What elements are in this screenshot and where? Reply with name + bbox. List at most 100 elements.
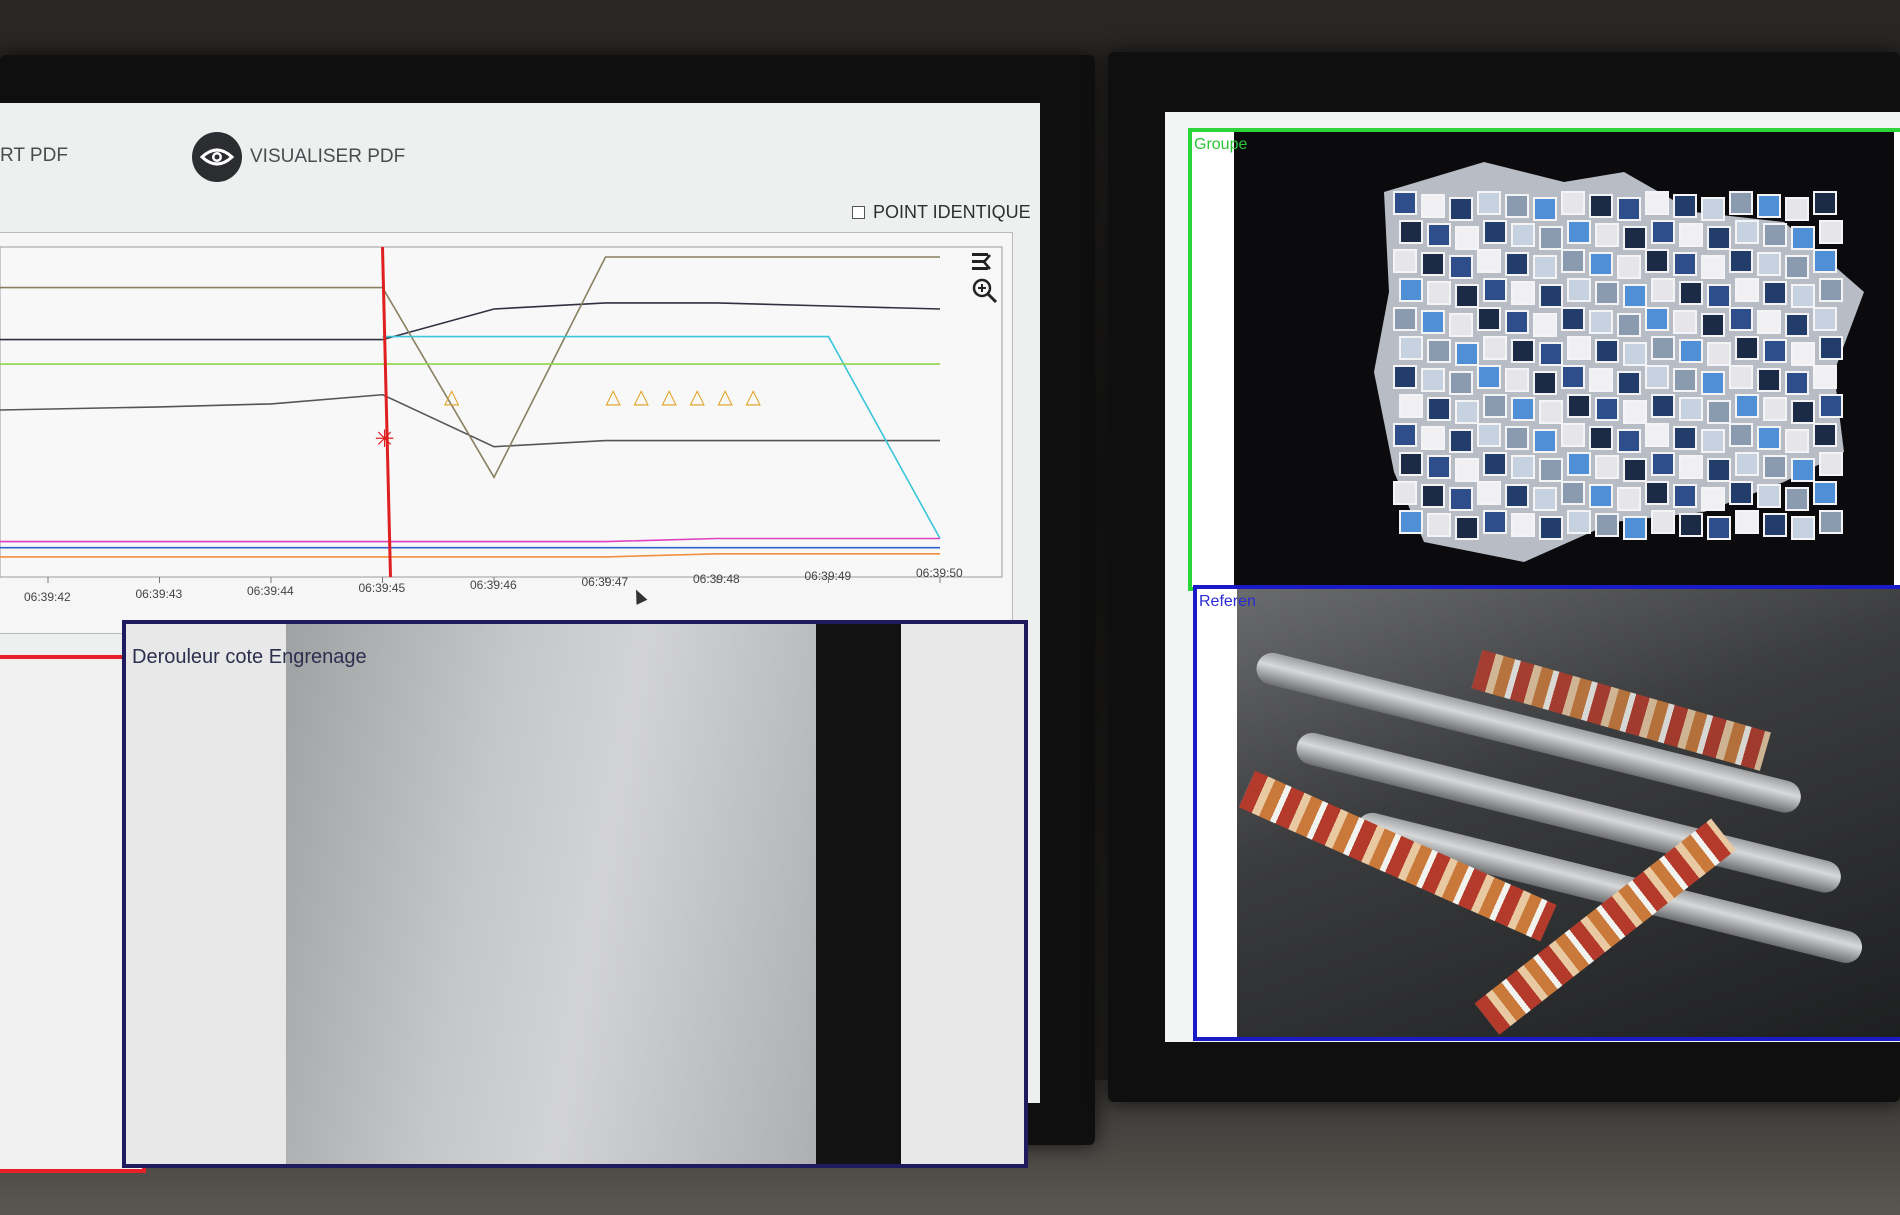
print-thumbnail: [1399, 394, 1423, 418]
print-thumbnail: [1729, 365, 1753, 389]
print-thumbnail: [1819, 336, 1843, 360]
print-thumbnail: [1477, 249, 1501, 273]
print-thumbnail: [1561, 423, 1585, 447]
print-thumbnail: [1729, 191, 1753, 215]
web-roll-image: [286, 624, 846, 1164]
print-thumbnail: [1645, 249, 1669, 273]
print-thumbnail: [1533, 197, 1557, 221]
print-thumbnail: [1399, 278, 1423, 302]
warning-triangle-icon[interactable]: △: [606, 386, 622, 408]
print-thumbnail: [1679, 397, 1703, 421]
visualiser-pdf-button[interactable]: VISUALISER PDF: [192, 132, 405, 182]
print-thumbnail: [1589, 484, 1613, 508]
print-thumbnail: [1701, 255, 1725, 279]
x-tick-label: 06:39:43: [136, 587, 183, 601]
camera-panel-groupe[interactable]: Groupe: [1188, 128, 1900, 591]
print-thumbnail: [1707, 516, 1731, 540]
print-thumbnail: [1539, 516, 1563, 540]
print-thumbnail: [1539, 458, 1563, 482]
print-thumbnail: [1567, 394, 1591, 418]
print-thumbnail: [1427, 513, 1451, 537]
print-thumbnail: [1421, 426, 1445, 450]
print-thumbnail: [1673, 484, 1697, 508]
warning-triangle-icon[interactable]: △: [718, 386, 734, 408]
warning-triangle-icon[interactable]: △: [444, 386, 460, 408]
print-thumbnail: [1673, 194, 1697, 218]
print-thumbnail: [1785, 487, 1809, 511]
print-thumbnail: [1679, 281, 1703, 305]
print-thumbnail: [1623, 516, 1647, 540]
trend-chart[interactable]: ✳ △ △ △ △ △ △ △ 06:39:42 06:39:43 06:39:44 06:39:…: [0, 233, 1012, 633]
camera-panel-reference[interactable]: Referen: [1193, 585, 1900, 1041]
print-thumbnail: [1819, 220, 1843, 244]
print-thumbnail: [1539, 400, 1563, 424]
print-thumbnail: [1785, 197, 1809, 221]
print-thumbnail: [1673, 426, 1697, 450]
print-thumbnail: [1477, 307, 1501, 331]
print-thumbnail: [1707, 400, 1731, 424]
print-thumbnail: [1623, 226, 1647, 250]
print-thumbnail: [1427, 455, 1451, 479]
print-thumbnail: [1595, 513, 1619, 537]
video-feed-derouleur[interactable]: Derouleur cote Engrenage: [122, 620, 1028, 1168]
print-thumbnail: [1539, 284, 1563, 308]
print-thumbnail: [1729, 307, 1753, 331]
print-thumbnail: [1539, 226, 1563, 250]
print-thumbnail: [1813, 481, 1837, 505]
print-thumbnail: [1813, 423, 1837, 447]
checkbox-box[interactable]: [852, 206, 865, 219]
print-thumbnail: [1511, 223, 1535, 247]
print-thumbnail: [1785, 313, 1809, 337]
print-thumbnail: [1707, 284, 1731, 308]
print-thumbnail: [1757, 310, 1781, 334]
print-thumbnail: [1701, 487, 1725, 511]
point-identique-label: POINT IDENTIQUE: [873, 202, 1031, 222]
derouleur-label: Derouleur cote Engrenage: [132, 646, 367, 668]
trend-chart-panel[interactable]: ✳ △ △ △ △ △ △ △ 06:39:42 06:39:43 06:39:44 06:39:…: [0, 232, 1013, 634]
print-thumbnail: [1533, 255, 1557, 279]
print-thumbnail: [1785, 429, 1809, 453]
export-pdf-button[interactable]: RT PDF: [0, 145, 68, 167]
print-thumbnail: [1561, 307, 1585, 331]
point-identique-checkbox[interactable]: POINT IDENTIQUE: [852, 202, 1031, 223]
print-thumbnail: [1595, 281, 1619, 305]
print-thumbnail: [1561, 481, 1585, 505]
print-thumbnail: [1651, 452, 1675, 476]
print-thumbnail: [1679, 223, 1703, 247]
print-thumbnail: [1645, 307, 1669, 331]
reference-label: Referen: [1199, 593, 1256, 610]
print-thumbnail: [1623, 400, 1647, 424]
print-thumbnail: [1679, 339, 1703, 363]
print-thumbnail: [1455, 516, 1479, 540]
print-thumbnail: [1505, 310, 1529, 334]
print-thumbnail: [1511, 281, 1535, 305]
print-thumbnail: [1645, 191, 1669, 215]
x-tick-label: 06:39:48: [693, 572, 740, 586]
print-thumbnail: [1763, 281, 1787, 305]
print-thumbnail: [1511, 455, 1535, 479]
x-tick-label: 06:39:49: [805, 569, 852, 583]
print-thumbnail: [1483, 510, 1507, 534]
print-thumbnail: [1505, 426, 1529, 450]
warning-triangle-icon[interactable]: △: [746, 386, 762, 408]
warning-triangle-icon[interactable]: △: [662, 386, 678, 408]
print-thumbnail: [1393, 249, 1417, 273]
print-thumbnail: [1449, 429, 1473, 453]
warning-triangle-icon[interactable]: △: [634, 386, 650, 408]
warning-triangle-icon[interactable]: △: [690, 386, 706, 408]
print-thumbnail: [1645, 423, 1669, 447]
print-thumbnail: [1561, 249, 1585, 273]
print-thumbnail: [1421, 484, 1445, 508]
press-machine-camera-view: [1237, 589, 1900, 1037]
print-thumbnail: [1533, 487, 1557, 511]
print-thumbnail: [1673, 252, 1697, 276]
print-thumbnail: [1617, 487, 1641, 511]
print-thumbnail: [1421, 194, 1445, 218]
print-thumbnail: [1393, 191, 1417, 215]
print-thumbnail: [1645, 365, 1669, 389]
print-thumbnail: [1449, 197, 1473, 221]
groupe-label: Groupe: [1194, 136, 1248, 153]
print-thumbnail: [1617, 255, 1641, 279]
print-thumbnail: [1763, 397, 1787, 421]
print-thumbnail: [1729, 423, 1753, 447]
